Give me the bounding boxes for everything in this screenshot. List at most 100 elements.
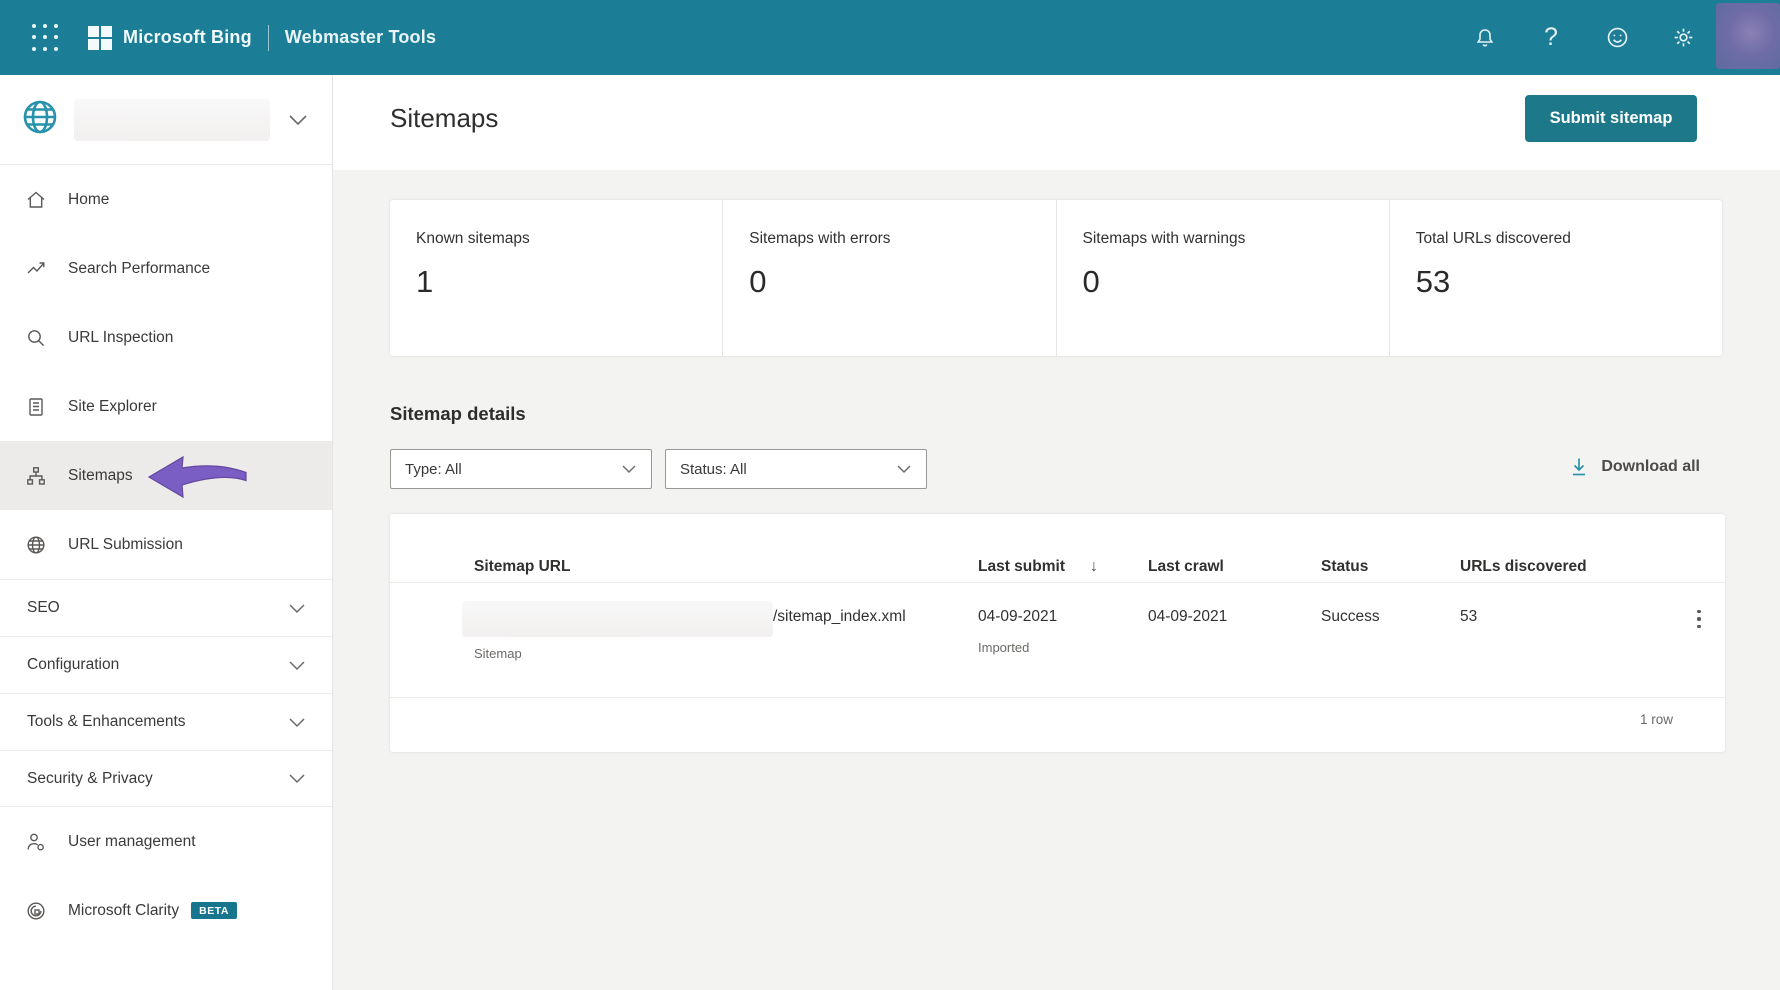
sidebar-item-label: Search Performance [68,259,211,277]
submit-sitemap-button[interactable]: Submit sitemap [1525,95,1697,142]
last-submit-note: Imported [978,640,1030,655]
sidebar-group-label: SEO [27,599,60,616]
stat-label: Total URLs discovered [1415,230,1571,247]
type-filter-value: Type: All [405,460,462,478]
sitemap-url-suffix[interactable]: /sitemap_index.xml [773,608,906,626]
brand-title[interactable]: Microsoft Bing [123,27,252,48]
sidebar-group-security-privacy[interactable]: Security & Privacy [0,750,332,807]
table-footer-divider [390,697,1725,698]
sidebar-item-search-performance[interactable]: Search Performance [0,234,332,303]
stats-card-strip: Known sitemaps 1 Sitemaps with errors 0 … [390,200,1722,356]
microsoft-logo-icon [88,26,112,50]
column-header-sitemap-url[interactable]: Sitemap URL [474,558,570,576]
trend-chart-icon [25,258,47,280]
stat-sitemaps-with-warnings: Sitemaps with warnings 0 [1055,200,1389,356]
download-icon [1573,458,1586,476]
globe-icon [25,534,47,556]
type-filter-dropdown[interactable]: Type: All [390,449,652,489]
chevron-down-icon [897,465,911,473]
stat-sitemaps-with-errors: Sitemaps with errors 0 [722,200,1055,356]
chevron-down-icon [289,660,305,670]
user-avatar[interactable] [1716,3,1780,69]
filter-bar: Type: All Status: All [390,449,927,489]
sidebar-group-tools-enhancements[interactable]: Tools & Enhancements [0,693,332,750]
brand-divider [267,24,269,51]
stat-label: Known sitemaps [416,230,530,247]
app-launcher-icon[interactable] [28,21,62,55]
settings-gear-icon[interactable] [1670,25,1696,51]
site-globe-icon [20,97,60,142]
column-header-last-submit[interactable]: Last submit [978,558,1065,576]
site-name-redacted [74,98,270,141]
help-icon[interactable]: ? [1538,25,1564,51]
stat-value: 53 [1415,264,1451,299]
top-app-bar: Microsoft Bing Webmaster Tools ? [0,0,1780,75]
page-header: Sitemaps Submit sitemap [333,75,1780,170]
row-actions-kebab-icon[interactable] [1687,606,1711,632]
beta-badge: BETA [191,902,237,919]
page-title: Sitemaps [390,103,499,133]
sidebar-group-label: Security & Privacy [27,769,153,787]
topbar-actions: ? [1472,0,1696,75]
chevron-down-icon [289,603,305,613]
suite-title[interactable]: Webmaster Tools [285,27,436,48]
stat-label: Sitemaps with errors [749,230,891,247]
sidebar-item-url-submission[interactable]: URL Submission [0,510,332,579]
sidebar-item-label: Home [68,190,110,208]
sidebar-item-label: URL Inspection [68,328,174,346]
sidebar-item-label: User management [68,832,196,850]
stat-value: 0 [1082,264,1100,299]
feedback-smiley-icon[interactable] [1604,25,1630,51]
magnifier-icon [25,327,47,349]
table-header-divider [390,582,1725,583]
sidebar-item-label: Sitemaps [68,466,133,484]
stat-value: 0 [749,264,767,299]
sidebar-item-home[interactable]: Home [0,165,332,234]
stat-known-sitemaps: Known sitemaps 1 [390,200,722,356]
status-filter-dropdown[interactable]: Status: All [665,449,927,489]
chevron-down-icon [289,717,305,727]
last-crawl-date: 04-09-2021 [1148,608,1228,625]
sitemap-type-label: Sitemap [474,646,522,661]
sidebar-item-user-management[interactable]: User management [0,807,332,876]
site-selector[interactable] [0,75,332,165]
sidebar-group-seo[interactable]: SEO [0,579,332,636]
sidebar-item-label: URL Submission [68,535,183,553]
sidebar-group-configuration[interactable]: Configuration [0,636,332,693]
download-all-label: Download all [1601,458,1700,475]
document-list-icon [25,396,47,418]
sidebar-item-label: Microsoft Clarity [68,901,180,919]
sidebar-item-sitemaps[interactable]: Sitemaps [0,441,332,510]
stat-total-urls-discovered: Total URLs discovered 53 [1388,200,1722,356]
column-header-urls-discovered[interactable]: URLs discovered [1460,558,1587,576]
column-header-status[interactable]: Status [1321,558,1368,576]
sidebar-group-label: Tools & Enhancements [27,713,186,730]
chevron-down-icon [288,113,308,131]
chevron-down-icon [622,465,636,473]
row-count: 1 row [1639,712,1673,727]
sidebar-item-site-explorer[interactable]: Site Explorer [0,372,332,441]
urls-discovered-value: 53 [1460,608,1478,625]
last-submit-date: 04-09-2021 [978,608,1058,625]
main-content: Sitemaps Submit sitemap Known sitemaps 1… [333,75,1780,990]
status-value: Success [1321,608,1380,625]
chevron-down-icon [289,774,305,784]
sidebar-group-label: Configuration [27,656,120,673]
sidebar-navigation: Home Search Performance URL Inspection S… [0,75,333,990]
stat-value: 1 [416,264,434,299]
clarity-logo-icon [25,900,47,922]
notifications-bell-icon[interactable] [1472,25,1498,51]
sidebar-item-url-inspection[interactable]: URL Inspection [0,303,332,372]
status-filter-value: Status: All [680,460,747,478]
download-all-button[interactable]: Download all [1569,456,1700,478]
home-icon [25,189,47,211]
section-heading: Sitemap details [390,403,526,424]
sitemap-domain-redacted [462,601,773,637]
sidebar-item-microsoft-clarity[interactable]: Microsoft Clarity BETA [0,876,332,945]
sort-descending-icon[interactable]: ↓ [1090,558,1098,576]
sidebar-item-label: Site Explorer [68,397,157,415]
user-icon [25,831,47,853]
column-header-last-crawl[interactable]: Last crawl [1148,558,1224,576]
sitemap-hierarchy-icon [25,465,47,487]
sitemaps-table: Sitemap URL Last submit ↓ Last crawl Sta… [390,514,1725,752]
